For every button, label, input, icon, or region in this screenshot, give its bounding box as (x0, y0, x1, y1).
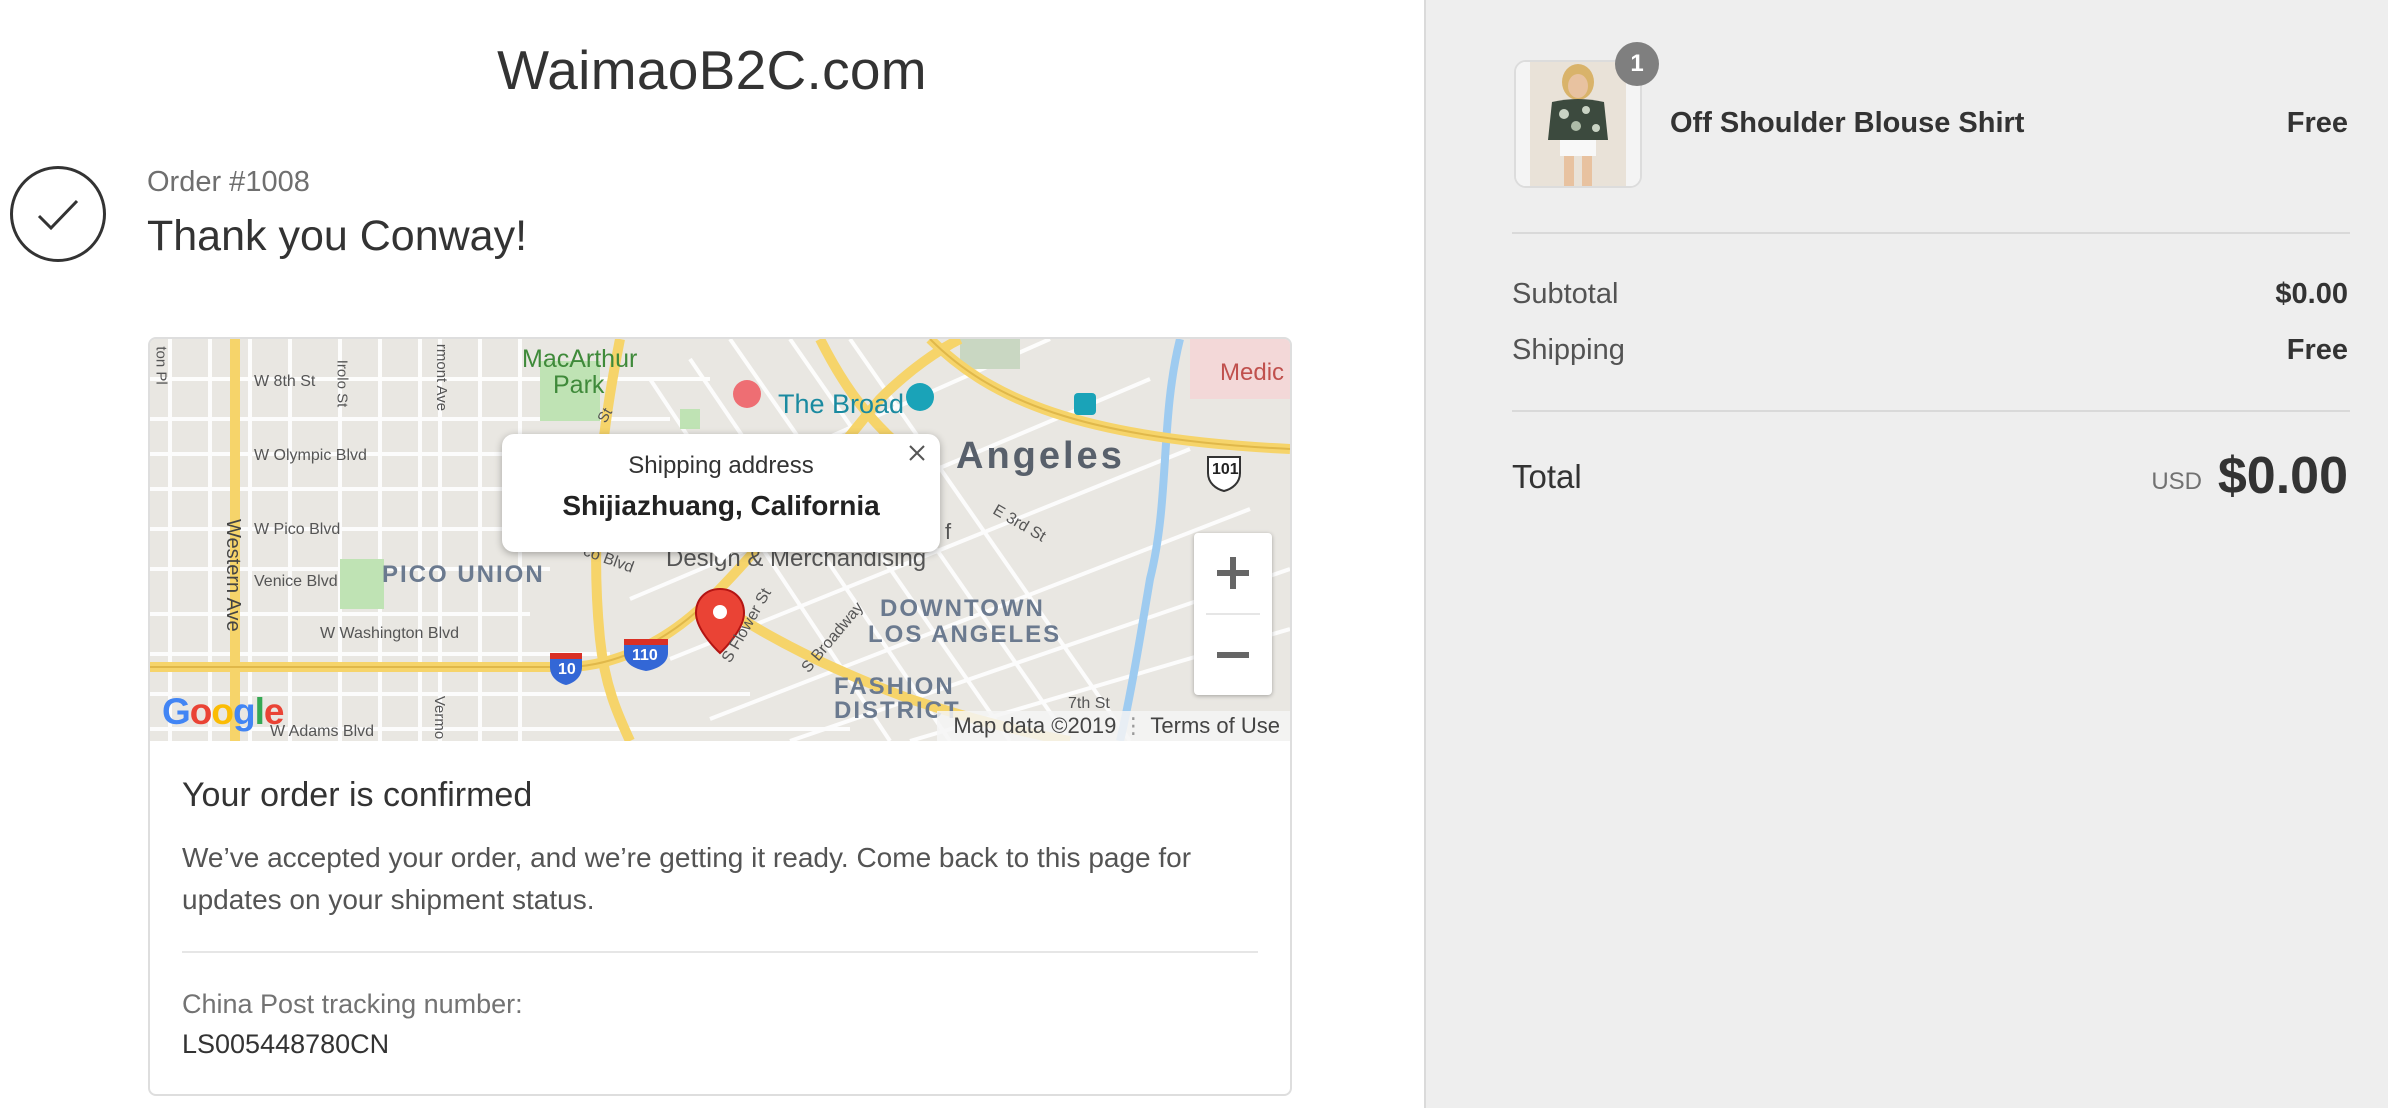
thank-you-heading: Thank you Conway! (147, 212, 528, 260)
map-label: 10 (558, 661, 576, 678)
total-currency: USD (2151, 468, 2202, 495)
map-label: Angeles (956, 435, 1125, 477)
map-label: The Broad (778, 389, 905, 419)
subtotal-value: $0.00 (2275, 278, 2348, 310)
map-label: Park (553, 371, 605, 399)
quantity-badge: 1 (1615, 42, 1659, 86)
confirmation-message: We’ve accepted your order, and we’re get… (182, 842, 1192, 915)
map-attribution: Map data ©2019 ⋮ Terms of Use (937, 711, 1290, 741)
divider (1512, 410, 2350, 412)
map-label: W Adams Blvd (270, 723, 375, 740)
order-summary-sidebar: 1 Off Shoulder Blouse Shirt Free Subtota… (1424, 0, 2388, 1108)
terms-of-use-link[interactable]: Terms of Use (1150, 713, 1280, 738)
map-label: ton Pl (152, 346, 170, 385)
divider (1512, 232, 2350, 234)
shipping-label: Shipping (1512, 334, 1625, 366)
popup-tail (710, 550, 734, 562)
zoom-out-button[interactable] (1194, 615, 1272, 695)
map-label: rmont Ave (433, 343, 451, 412)
divider (182, 951, 1258, 953)
tracking-number: LS005448780CN (182, 1029, 390, 1059)
map-label: W 8th St (254, 373, 316, 390)
minus-icon (1217, 652, 1249, 658)
store-title[interactable]: WaimaoB2C.com (0, 38, 1424, 102)
product-price: Free (2286, 107, 2348, 139)
map-label: PICO UNION (382, 561, 545, 588)
zoom-in-button[interactable] (1194, 533, 1272, 613)
map-label: W Olympic Blvd (254, 447, 367, 464)
map-label: 110 (632, 647, 658, 664)
map-label: W Washington Blvd (320, 625, 460, 642)
tracking-label: China Post tracking number: (182, 989, 523, 1019)
map-label: DOWNTOWN (880, 595, 1045, 622)
popup-address: Shijiazhuang, California (562, 490, 880, 521)
map-label: Medic (1220, 359, 1285, 386)
product-name: Off Shoulder Blouse Shirt (1670, 107, 2025, 139)
shipping-address-popup: Shipping address Shijiazhuang, Californi… (502, 434, 940, 562)
popup-title: Shipping address (628, 452, 814, 479)
map-label: Irolo St (333, 359, 351, 408)
subtotal-label: Subtotal (1512, 278, 1619, 310)
product-image (1516, 62, 1640, 186)
confirmation-title: Your order is confirmed (182, 776, 533, 814)
map-label: 101 (1212, 461, 1239, 478)
order-number: Order #1008 (147, 166, 310, 198)
total-value: $0.00 (2217, 447, 2348, 505)
main-content: WaimaoB2C.com Order #1008 Thank you Conw… (0, 0, 1424, 1108)
map-label: LOS ANGELES (868, 621, 1062, 648)
map-label: Venice Blvd (254, 573, 338, 590)
total-label: Total (1512, 458, 1582, 495)
checkmark-icon (10, 166, 106, 262)
map-label: W Pico Blvd (254, 521, 341, 538)
map-label: Vermo (431, 695, 449, 740)
zoom-controls (1194, 533, 1272, 695)
plus-icon (1217, 557, 1249, 589)
map-label: Western Ave (222, 519, 244, 632)
map-label: f (945, 519, 952, 544)
map-label: MacArthur (522, 345, 638, 373)
shipping-map[interactable]: MacArthur Park The Broad Angeles Medic W… (150, 339, 1290, 741)
shipping-value: Free (2286, 334, 2348, 366)
close-icon[interactable] (902, 438, 932, 468)
map-data-text: Map data ©2019 (953, 713, 1117, 738)
confirmation-section: Your order is confirmed We’ve accepted y… (182, 776, 1258, 921)
google-logo[interactable]: Google (162, 691, 284, 733)
order-status-card: MacArthur Park The Broad Angeles Medic W… (148, 337, 1292, 1096)
